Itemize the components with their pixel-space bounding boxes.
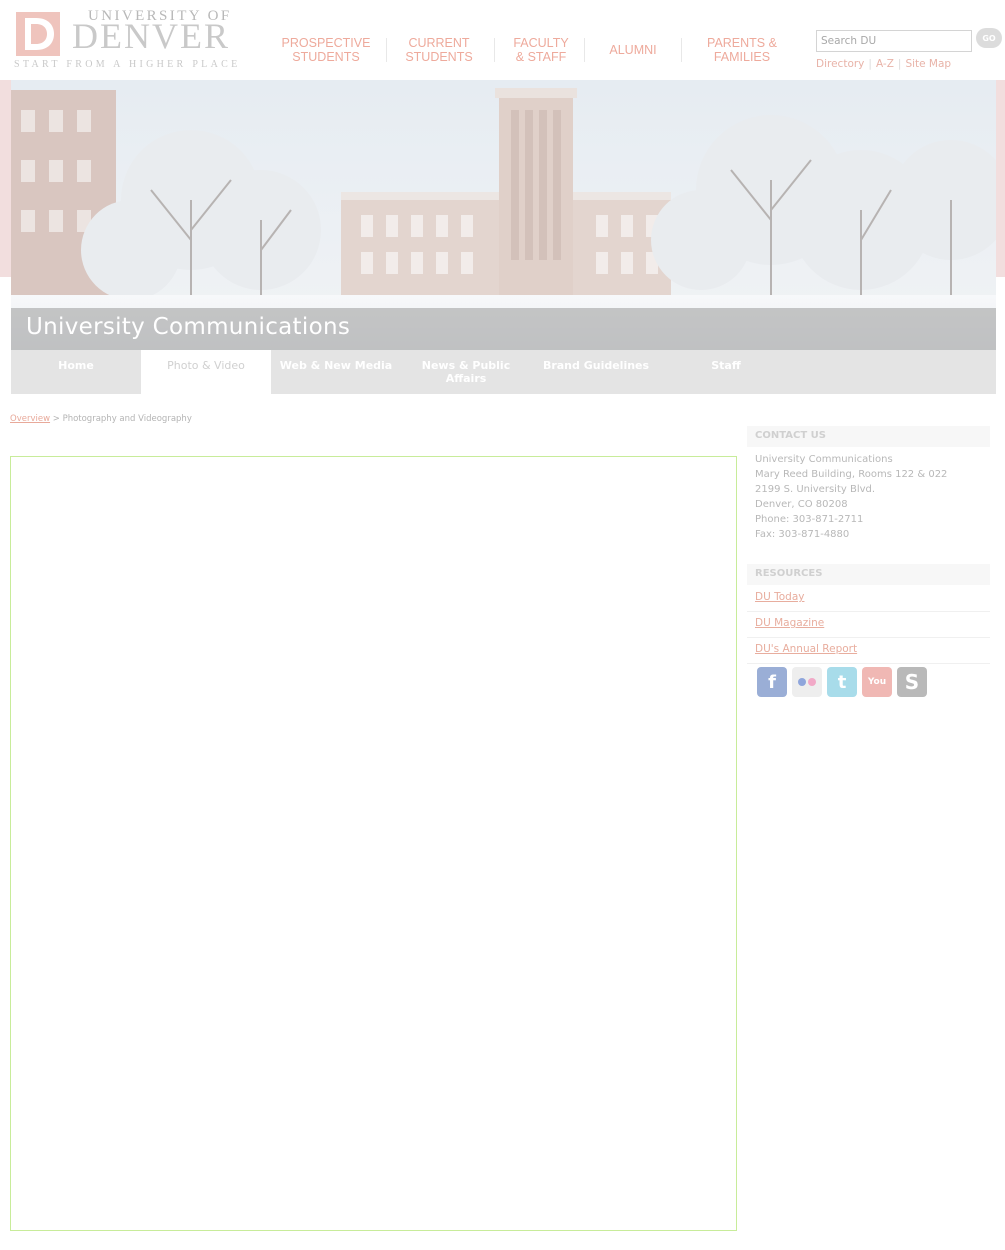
tab-brand-guidelines[interactable]: Brand Guidelines <box>531 350 661 394</box>
tab-photo-video[interactable]: Photo & Video <box>141 350 271 394</box>
nav-divider <box>584 38 585 62</box>
breadcrumb-overview-link[interactable]: Overview <box>10 414 50 424</box>
contact-line-org: University Communications <box>755 454 893 465</box>
search-go-button[interactable]: GO <box>976 28 1002 48</box>
directory-link[interactable]: Directory <box>816 58 864 70</box>
nav-faculty-staff[interactable]: FACULTY & STAFF <box>498 34 584 66</box>
campus-banner: University Communications <box>11 80 996 350</box>
contact-line-phone: Phone: 303-871-2711 <box>755 514 864 525</box>
nav-divider <box>681 38 682 62</box>
tab-staff[interactable]: Staff <box>661 350 791 394</box>
twitter-icon[interactable]: t <box>827 667 857 697</box>
search-input[interactable] <box>816 30 972 52</box>
logo-tagline: START FROM A HIGHER PLACE <box>14 59 241 70</box>
flickr-icon[interactable] <box>792 667 822 697</box>
tab-web-new-media[interactable]: Web & New Media <box>271 350 401 394</box>
contact-details: University Communications Mary Reed Buil… <box>755 452 947 542</box>
flickr-dots-icon <box>798 678 816 686</box>
du-logo[interactable]: UNIVERSITY OF DENVER START FROM A HIGHER… <box>14 8 237 72</box>
resources-heading: RESOURCES <box>747 564 990 585</box>
utility-links: Directory | A-Z | Site Map <box>816 58 951 70</box>
banner-title: University Communications <box>26 314 351 340</box>
nav-parents-families[interactable]: PARENTS & FAMILIES <box>688 34 796 66</box>
breadcrumb: Overview > Photography and Videography <box>10 414 192 424</box>
resource-link-annual-report[interactable]: DU's Annual Report <box>747 638 990 664</box>
contact-line-fax: Fax: 303-871-4880 <box>755 529 850 540</box>
logo-denver: DENVER <box>72 16 230 56</box>
nav-divider <box>494 38 495 62</box>
site-header: UNIVERSITY OF DENVER START FROM A HIGHER… <box>0 0 1005 80</box>
contact-us-heading: CONTACT US <box>747 426 990 447</box>
resource-link-du-magazine[interactable]: DU Magazine <box>747 612 990 638</box>
breadcrumb-separator: > <box>50 414 63 424</box>
util-separator: | <box>868 58 872 70</box>
breadcrumb-current: Photography and Videography <box>62 414 192 424</box>
social-links: f t You S <box>757 667 927 697</box>
nav-alumni[interactable]: ALUMNI <box>588 34 678 66</box>
main-content-frame[interactable] <box>10 456 737 1231</box>
resources-list: DU Today DU Magazine DU's Annual Report <box>747 586 990 664</box>
tab-news-public-affairs[interactable]: News & Public Affairs <box>401 350 531 394</box>
resource-link-du-today[interactable]: DU Today <box>747 586 990 612</box>
az-link[interactable]: A-Z <box>876 58 894 70</box>
site-map-link[interactable]: Site Map <box>905 58 951 70</box>
contact-line-building: Mary Reed Building, Rooms 122 & 022 <box>755 469 948 480</box>
nav-current-students[interactable]: CURRENT STUDENTS <box>390 34 488 66</box>
youtube-icon[interactable]: You <box>862 667 892 697</box>
nav-divider <box>386 38 387 62</box>
contact-line-street: 2199 S. University Blvd. <box>755 484 876 495</box>
smugmug-icon[interactable]: S <box>897 667 927 697</box>
util-separator: | <box>897 58 902 70</box>
du-logo-mark-icon <box>16 12 60 56</box>
tab-home[interactable]: Home <box>11 350 141 394</box>
section-nav: Home Photo & Video Web & New Media News … <box>11 350 996 394</box>
contact-line-city: Denver, CO 80208 <box>755 499 848 510</box>
nav-prospective-students[interactable]: PROSPECTIVE STUDENTS <box>270 34 382 66</box>
campus-winter-photo <box>11 80 996 350</box>
facebook-icon[interactable]: f <box>757 667 787 697</box>
